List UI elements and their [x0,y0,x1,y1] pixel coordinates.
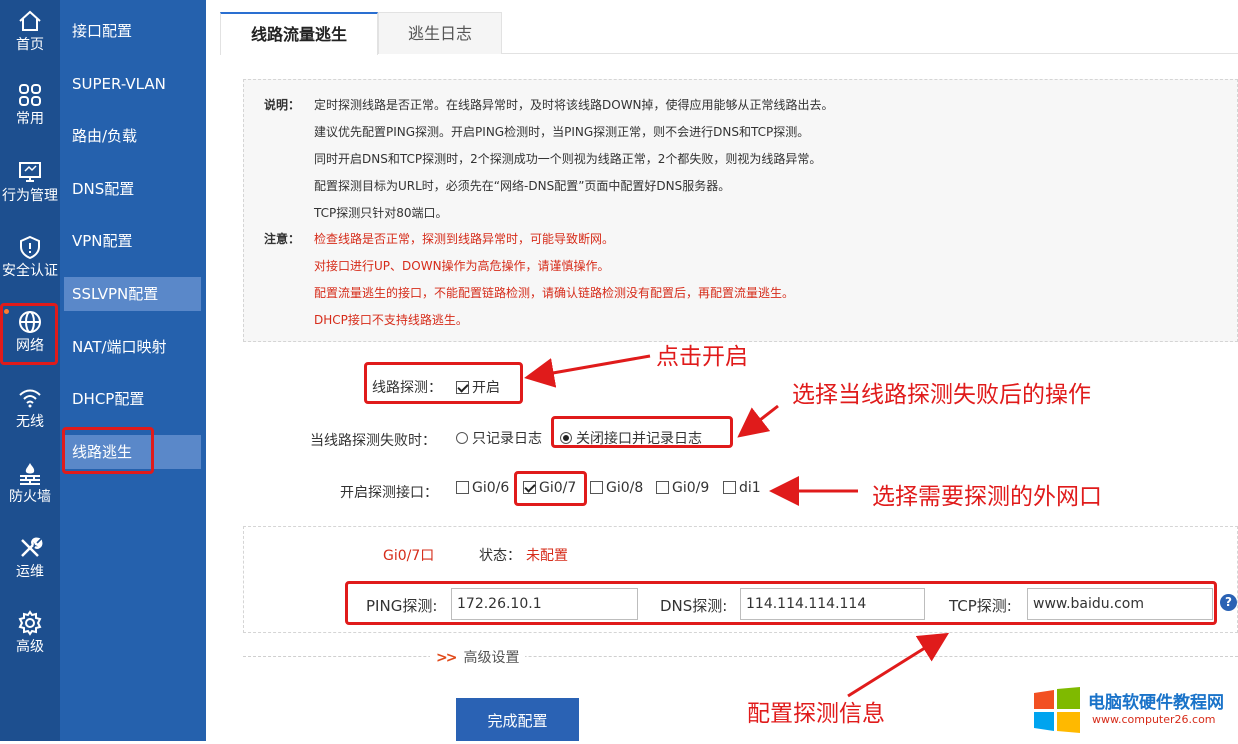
sidebar-item-vpn[interactable]: VPN配置 [60,224,206,258]
watermark-url: www.computer26.com [1092,713,1216,726]
sidebar-item-dns[interactable]: DNS配置 [60,172,206,206]
help-icon[interactable]: ? [1220,594,1237,611]
iface-option-gi0-8[interactable]: Gi0/8 [590,480,643,496]
highlight-line-escape [62,427,154,474]
iface-option-gi0-9[interactable]: Gi0/9 [656,480,709,496]
sidebar-item-nat[interactable]: NAT/端口映射 [60,330,206,364]
shield-icon [20,235,40,260]
tools-icon [21,537,43,557]
wifi-icon [19,389,41,408]
tab-line-escape[interactable]: 线路流量逃生 [220,12,378,55]
iface-label: 开启探测接口： [340,485,438,501]
rail-item-home[interactable]: 首页 [0,0,60,72]
monitor-icon [19,162,41,182]
iface-checkbox[interactable] [656,481,669,494]
rail-item-firewall[interactable]: 防火墙 [0,452,60,524]
highlight-network [0,303,58,365]
annotation-click-enable: 点击开启 [656,344,748,370]
fail-option-log-only[interactable]: 只记录日志 [456,428,542,448]
rail-label: 行为管理 [2,188,58,204]
note-line: 对接口进行UP、DOWN操作为高危操作，请谨慎操作。 [314,259,610,273]
advanced-settings-toggle[interactable]: >> 高级设置 [430,647,526,667]
rail-item-maintenance[interactable]: 运维 [0,527,60,599]
sidebar-item-interface[interactable]: 接口配置 [60,14,206,48]
highlight-fail-action [551,416,733,448]
sidebar-item-super-vlan[interactable]: SUPER-VLAN [60,67,206,101]
radio-log-only[interactable] [456,432,468,444]
windows-logo-icon [1034,687,1080,733]
annotation-config-info: 配置探测信息 [747,701,885,727]
highlight-probe-info [345,581,1217,625]
desc-line: 定时探测线路是否正常。在线路异常时，及时将该线路DOWN掉，使得应用能够从正常线… [314,98,834,112]
rail-label: 常用 [16,111,44,127]
done-button[interactable]: 完成配置 [456,698,579,741]
icon-rail: 首页 常用 行为管理 安全认证 网络 无线 防火墙 运维 高级 [0,0,60,741]
advanced-label: 高级设置 [463,650,520,666]
desc-line: 建议优先配置PING探测。开启PING检测时，当PING探测正常，则不会进行DN… [314,125,810,139]
rail-item-behavior[interactable]: 行为管理 [0,151,60,223]
note-line: 检查线路是否正常，探测到线路异常时，可能导致断网。 [314,232,615,246]
iface-name: Gi0/6 [472,480,510,496]
sidebar-item-dhcp[interactable]: DHCP配置 [60,382,206,416]
rail-item-advanced[interactable]: 高级 [0,602,60,674]
iface-option-di1[interactable]: di1 [723,480,761,496]
fail-label: 当线路探测失败时： [310,433,436,449]
status-value: 未配置 [526,548,568,564]
sidebar-item-routing[interactable]: 路由/负载 [60,119,206,153]
annotation-fail-action: 选择当线路探测失败后的操作 [792,382,1091,408]
rail-label: 首页 [16,37,44,53]
rail-item-wireless[interactable]: 无线 [0,377,60,449]
iface-name: Gi0/9 [672,480,710,496]
fail-option-label: 只记录日志 [472,431,542,447]
iface-name: Gi0/8 [606,480,644,496]
watermark-title: 电脑软硬件教程网 [1088,693,1224,713]
rail-item-security[interactable]: 安全认证 [0,226,60,298]
highlight-probe [364,362,523,404]
rail-label: 高级 [16,639,44,655]
note-line: 配置流量逃生的接口，不能配置链路检测，请确认链路检测没有配置后，再配置流量逃生。 [314,286,795,300]
iface-checkbox[interactable] [723,481,736,494]
advanced-divider [243,656,1238,657]
iface-name: di1 [739,480,761,496]
tab-escape-log[interactable]: 逃生日志 [378,12,502,54]
rail-label: 运维 [16,564,44,580]
rail-label: 安全认证 [2,263,58,279]
sidebar-item-sslvpn[interactable]: SSLVPN配置 [64,277,201,311]
desc-line: TCP探测只针对80端口。 [314,206,448,220]
desc-key: 说明： [264,98,301,112]
sub-sidebar: 接口配置 SUPER-VLAN 路由/负载 DNS配置 VPN配置 SSLVPN… [60,0,206,741]
iface-checkbox[interactable] [590,481,603,494]
rail-item-common[interactable]: 常用 [0,74,60,146]
status-label: 状态： [479,548,521,564]
firewall-icon [20,463,40,485]
rail-label: 防火墙 [9,489,51,505]
note-line: DHCP接口不支持线路逃生。 [314,313,468,327]
gear-icon [18,610,42,636]
iface-checkbox[interactable] [456,481,469,494]
tab-bar: 线路流量逃生 逃生日志 [220,12,1238,55]
grid-icon [19,84,41,106]
desc-line: 同时开启DNS和TCP探测时，2个探测成功一个则视为线路正常，2个都失败，则视为… [314,152,822,166]
info-panel: 说明： 定时探测线路是否正常。在线路异常时，及时将该线路DOWN掉，使得应用能够… [243,79,1238,342]
rail-label: 无线 [16,414,44,430]
iface-option-gi0-6[interactable]: Gi0/6 [456,480,509,496]
double-chevron-icon: >> [436,650,458,666]
iface-title: Gi0/7口 [383,548,435,564]
desc-line: 配置探测目标为URL时，必须先在“网络-DNS配置”页面中配置好DNS服务器。 [314,179,731,193]
note-key: 注意： [264,232,301,246]
highlight-gi0-7 [514,471,587,506]
home-icon [19,10,41,31]
watermark: 电脑软硬件教程网 www.computer26.com [1032,685,1238,735]
annotation-select-iface: 选择需要探测的外网口 [872,484,1102,510]
